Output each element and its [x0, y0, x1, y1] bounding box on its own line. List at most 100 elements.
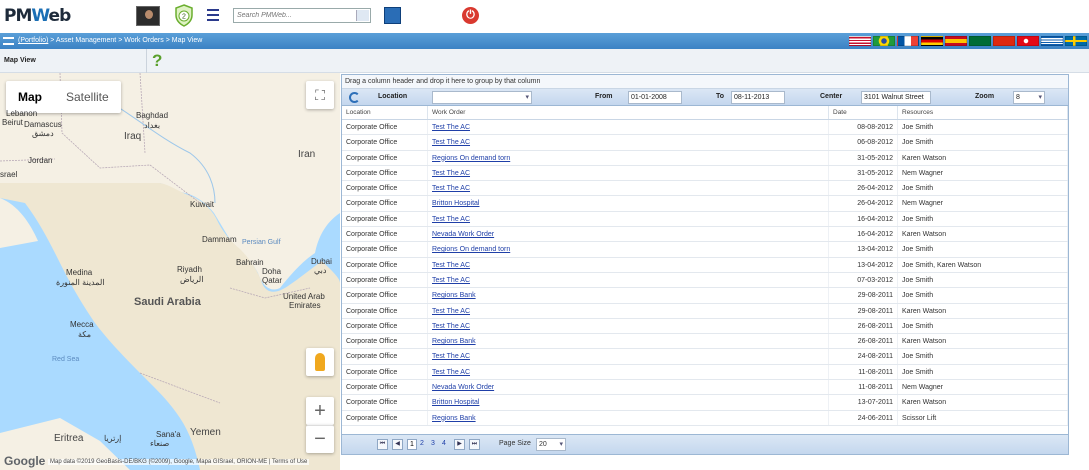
fullscreen-icon[interactable]: ⛶ [306, 81, 334, 109]
cell-work-order-link[interactable]: Test The AC [428, 272, 829, 288]
group-by-hint[interactable]: Drag a column header and drop it here to… [342, 75, 1068, 89]
zoom-select[interactable]: 8 [1013, 91, 1045, 104]
grid-body: Corporate Office Test The AC 08-08-2012 Joe… [342, 120, 1068, 426]
cell-work-order-link[interactable]: Britton Hospital [428, 196, 829, 211]
table-row[interactable]: Corporate Office Nevada Work Order 16-04-2… [342, 227, 1068, 243]
zoom-out-button[interactable]: − [306, 425, 334, 453]
cell-work-order-link[interactable]: Test The AC [428, 211, 829, 227]
cell-work-order-link[interactable]: Test The AC [428, 135, 829, 150]
to-date-input[interactable]: 08-11-2013 [731, 91, 785, 104]
google-logo[interactable]: Google [4, 454, 45, 468]
search-box[interactable] [233, 8, 371, 23]
table-row[interactable]: Corporate Office Test The AC 11-08-2011 Joe… [342, 364, 1068, 381]
cell-work-order-link[interactable]: Test The AC [428, 303, 829, 318]
page-1[interactable]: 1 [407, 439, 417, 450]
col-work-order[interactable]: Work Order [428, 106, 829, 119]
map-attribution[interactable]: Map data ©2019 GeoBasis-DE/BKG (©2009), … [48, 459, 310, 465]
location-select[interactable] [432, 91, 532, 104]
cell-resources: Joe Smith [898, 135, 1068, 150]
map-view[interactable]: Map Satellite ⛶ + − Lebanon Beirut Damas… [0, 73, 340, 470]
cell-work-order-link[interactable]: Regions On demand torn [428, 150, 829, 165]
first-page-icon[interactable]: ⏮ [377, 439, 388, 450]
center-address-input[interactable]: 3101 Walnut Street [861, 91, 931, 104]
table-row[interactable]: Corporate Office Test The AC 06-08-2012 Joe… [342, 135, 1068, 151]
flag-sweden-icon[interactable] [1065, 36, 1087, 46]
search-icon[interactable] [356, 10, 369, 21]
table-row[interactable]: Corporate Office Test The AC 26-08-2011 Joe… [342, 318, 1068, 335]
cell-work-order-link[interactable]: Test The AC [428, 349, 829, 364]
cell-work-order-link[interactable]: Britton Hospital [428, 395, 829, 410]
flag-brazil-icon[interactable] [873, 36, 895, 46]
flag-france-icon[interactable] [897, 36, 919, 46]
table-row[interactable]: Corporate Office Nevada Work Order 11-08-2… [342, 380, 1068, 396]
table-row[interactable]: Corporate Office Test The AC 16-04-2012 Joe… [342, 211, 1068, 228]
table-row[interactable]: Corporate Office Regions On demand torn 13… [342, 242, 1068, 258]
avatar[interactable] [136, 6, 160, 26]
map-type-satellite[interactable]: Satellite [54, 81, 121, 113]
table-row[interactable]: Corporate Office Test The AC 13-04-2012 Joe… [342, 257, 1068, 273]
zoom-in-button[interactable]: + [306, 397, 334, 425]
flag-greece-icon[interactable] [1041, 36, 1063, 46]
flag-germany-icon[interactable] [921, 36, 943, 46]
col-resources[interactable]: Resources [898, 106, 1068, 119]
cell-location: Corporate Office [342, 227, 428, 242]
table-row[interactable]: Corporate Office Test The AC 31-05-2012 Nem… [342, 165, 1068, 182]
page-3[interactable]: 3 [431, 440, 435, 447]
nav-menu-icon[interactable] [3, 37, 14, 45]
table-row[interactable]: Corporate Office Test The AC 24-08-2011 Joe… [342, 349, 1068, 365]
flag-saudi-icon[interactable] [969, 36, 991, 46]
flag-spain-icon[interactable] [945, 36, 967, 46]
help-icon[interactable]: ? [152, 51, 162, 71]
prev-page-icon[interactable]: ◀ [392, 439, 403, 450]
table-row[interactable]: Corporate Office Regions Bank 26-08-2011 Ka… [342, 334, 1068, 350]
menu-icon[interactable] [207, 9, 219, 21]
table-row[interactable]: Corporate Office Britton Hospital 13-07-20… [342, 395, 1068, 411]
cell-work-order-link[interactable]: Regions Bank [428, 288, 829, 303]
table-row[interactable]: Corporate Office Regions Bank 29-08-2011 Jo… [342, 288, 1068, 304]
power-icon[interactable]: ⏻ [462, 7, 479, 24]
breadcrumb-portfolio[interactable]: (Portfolio) [18, 37, 48, 44]
pmweb-logo[interactable]: PMWeb [4, 6, 71, 26]
cell-work-order-link[interactable]: Nevada Work Order [428, 380, 829, 395]
cell-location: Corporate Office [342, 165, 428, 181]
next-page-icon[interactable]: ▶ [454, 439, 465, 450]
table-row[interactable]: Corporate Office Britton Hospital 26-04-20… [342, 196, 1068, 212]
from-date-input[interactable]: 01-01-2008 [628, 91, 682, 104]
pegman-icon[interactable] [306, 348, 334, 376]
to-label: To [716, 93, 725, 100]
cell-date: 13-04-2012 [829, 242, 898, 257]
cell-location: Corporate Office [342, 334, 428, 349]
table-row[interactable]: Corporate Office Test The AC 07-03-2012 Joe… [342, 272, 1068, 289]
table-row[interactable]: Corporate Office Regions On demand torn 31… [342, 150, 1068, 166]
cell-work-order-link[interactable]: Regions Bank [428, 334, 829, 349]
cell-work-order-link[interactable]: Regions Bank [428, 410, 829, 425]
cell-work-order-link[interactable]: Test The AC [428, 181, 829, 196]
refresh-icon[interactable] [349, 92, 360, 103]
page-4[interactable]: 4 [442, 440, 446, 447]
table-row[interactable]: Corporate Office Regions Bank 24-06-2011 Sc… [342, 410, 1068, 426]
table-row[interactable]: Corporate Office Test The AC 26-04-2012 Joe… [342, 181, 1068, 197]
cell-work-order-link[interactable]: Test The AC [428, 364, 829, 380]
table-row[interactable]: Corporate Office Test The AC 29-08-2011 Kar… [342, 303, 1068, 319]
media-icon[interactable] [384, 7, 401, 24]
map-label-eritrea-ar: إرتريا [104, 434, 122, 443]
map-label-red-sea: Red Sea [52, 356, 80, 363]
col-date[interactable]: Date [829, 106, 898, 119]
cell-work-order-link[interactable]: Regions On demand torn [428, 242, 829, 257]
cell-work-order-link[interactable]: Test The AC [428, 318, 829, 334]
cell-work-order-link[interactable]: Test The AC [428, 120, 829, 135]
col-location[interactable]: Location [342, 106, 428, 119]
search-input[interactable] [234, 9, 352, 22]
shield-icon[interactable]: 2 [174, 4, 194, 27]
cell-work-order-link[interactable]: Test The AC [428, 257, 829, 272]
flag-china-icon[interactable] [993, 36, 1015, 46]
last-page-icon[interactable]: ⏭ [469, 439, 480, 450]
cell-work-order-link[interactable]: Test The AC [428, 165, 829, 181]
page-2[interactable]: 2 [420, 440, 424, 447]
table-row[interactable]: Corporate Office Test The AC 08-08-2012 Joe… [342, 120, 1068, 136]
flag-turkey-icon[interactable] [1017, 36, 1039, 46]
top-bar: PMWeb 2 ⏻ [0, 0, 1089, 33]
flag-us-icon[interactable] [849, 36, 871, 46]
cell-work-order-link[interactable]: Nevada Work Order [428, 227, 829, 242]
page-size-select[interactable]: 20 [536, 438, 566, 451]
